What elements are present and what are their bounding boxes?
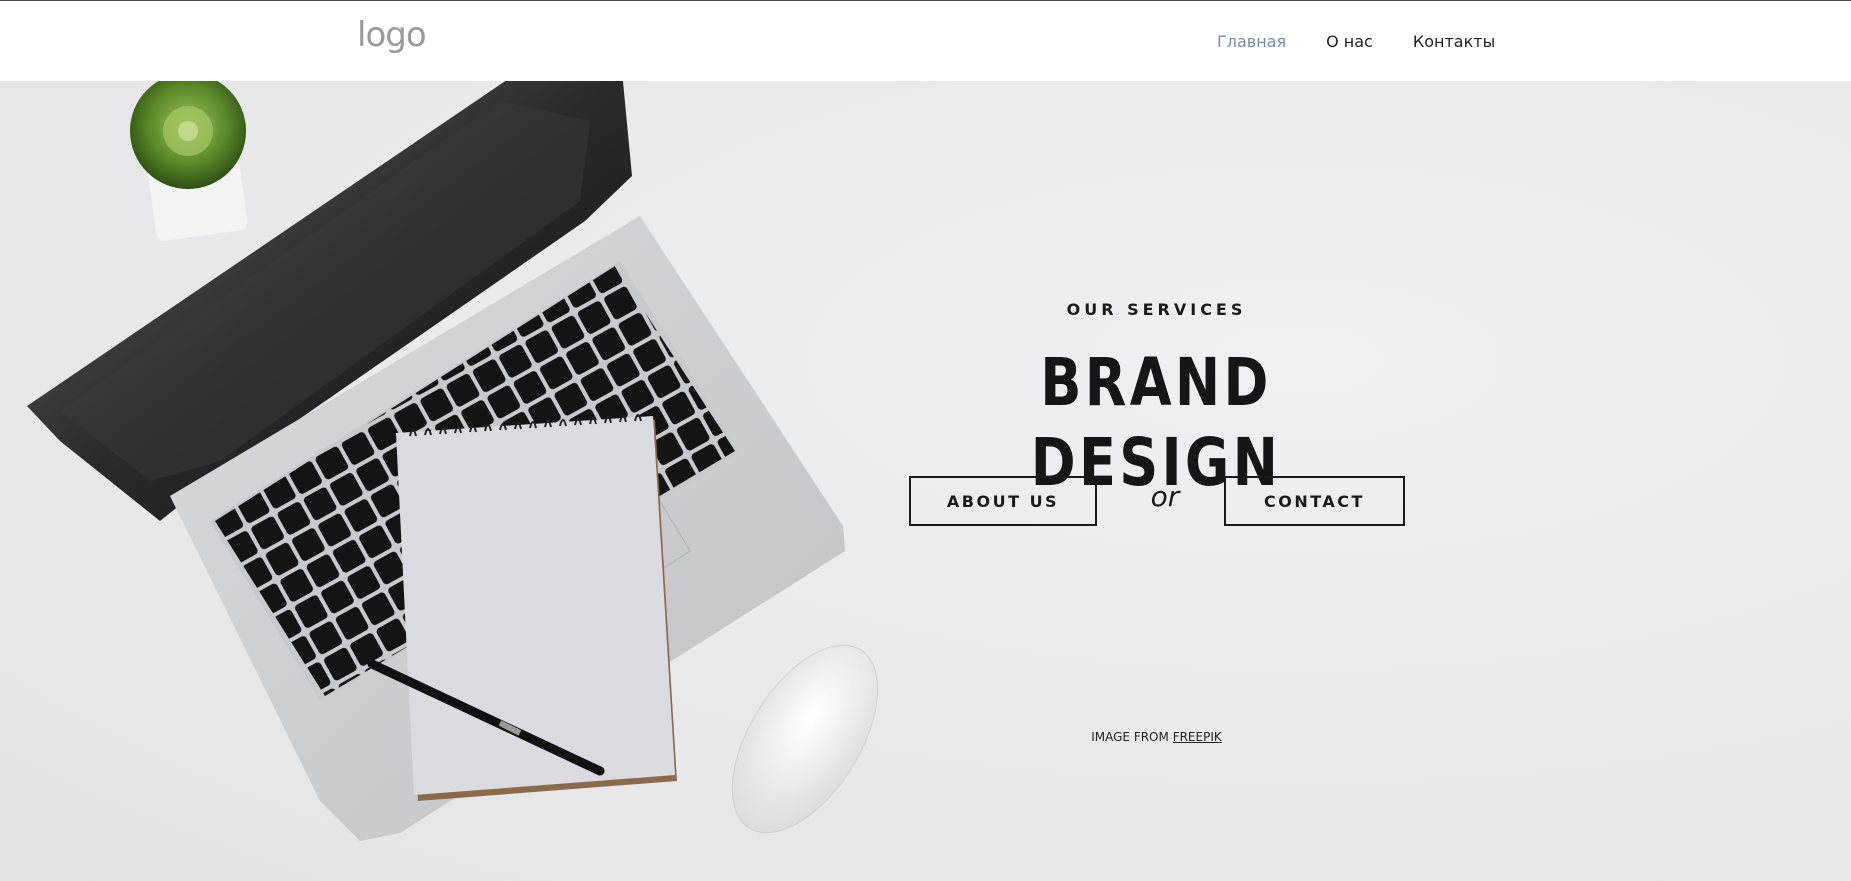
main-nav: Главная О нас Контакты: [1217, 27, 1535, 57]
site-header: logo Главная О нас Контакты: [0, 1, 1851, 81]
nav-item-about[interactable]: О нас: [1326, 27, 1373, 57]
plant: [130, 81, 248, 241]
mouse: [731, 644, 879, 834]
contact-button[interactable]: CONTACT: [1224, 476, 1405, 526]
credit-prefix: IMAGE FROM: [1091, 730, 1169, 744]
section-eyebrow: OUR SERVICES: [1066, 300, 1247, 319]
hero-section: OUR SERVICES BRAND DESIGN ABOUT US or CO…: [0, 81, 1851, 881]
logo[interactable]: logo: [357, 15, 427, 55]
about-us-button[interactable]: ABOUT US: [909, 476, 1097, 526]
nav-item-home[interactable]: Главная: [1217, 27, 1286, 57]
nav-item-contacts[interactable]: Контакты: [1413, 27, 1495, 57]
image-credit: IMAGE FROM FREEPIK: [1000, 730, 1313, 744]
freepik-link[interactable]: FREEPIK: [1173, 730, 1222, 744]
or-separator: or: [1150, 480, 1180, 513]
